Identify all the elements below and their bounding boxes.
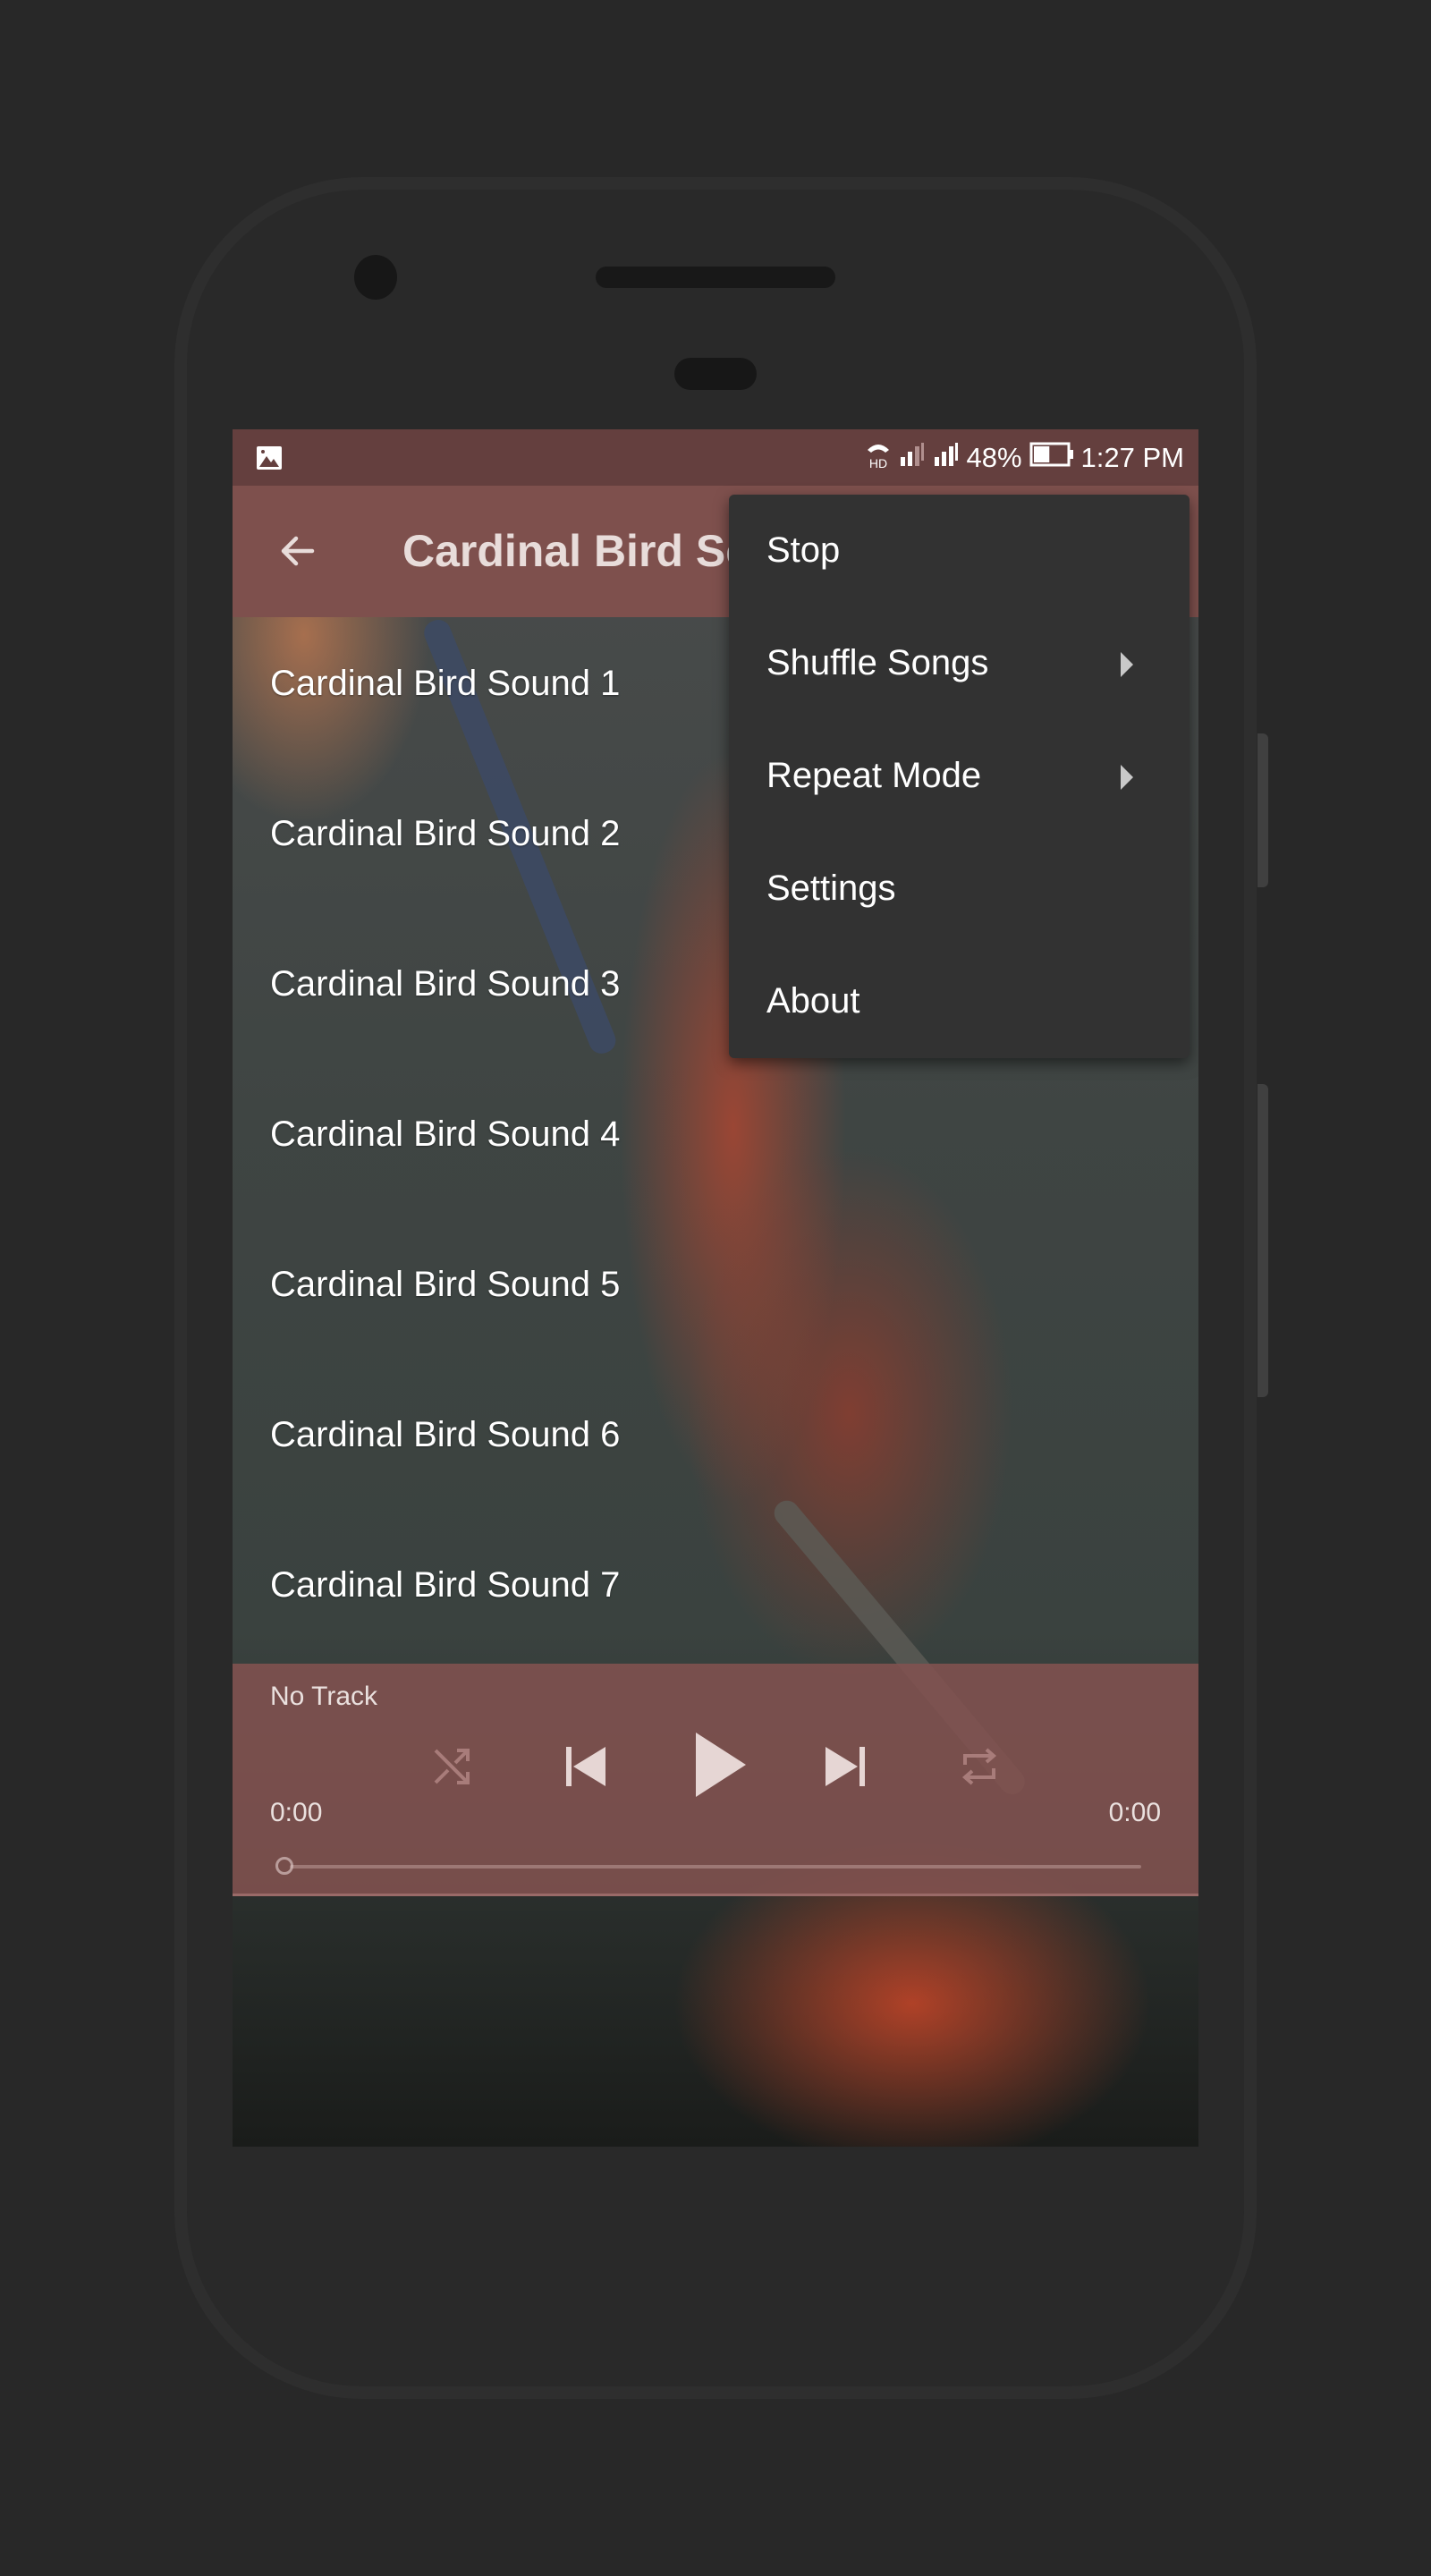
- volume-button: [1257, 733, 1268, 887]
- track-title: No Track: [270, 1682, 378, 1711]
- shuffle-button[interactable]: [425, 1740, 478, 1793]
- list-item[interactable]: Cardinal Bird Sound 5: [233, 1218, 1198, 1368]
- list-item-label: Cardinal Bird Sound 1: [270, 664, 621, 703]
- total-duration: 0:00: [1108, 1798, 1161, 1827]
- earpiece-speaker: [596, 267, 835, 288]
- menu-item-settings[interactable]: Settings: [729, 833, 1190, 945]
- battery-icon: [1029, 442, 1074, 474]
- front-camera: [354, 255, 397, 300]
- list-item-label: Cardinal Bird Sound 7: [270, 1565, 621, 1605]
- seek-thumb[interactable]: [275, 1857, 293, 1875]
- submenu-arrow-icon: [1121, 652, 1133, 677]
- skip-previous-icon: [566, 1747, 605, 1786]
- menu-item-shuffle-songs[interactable]: Shuffle Songs: [729, 607, 1190, 720]
- arrow-left-icon: [281, 536, 315, 566]
- list-item[interactable]: Cardinal Bird Sound 4: [233, 1068, 1198, 1218]
- svg-text:HD: HD: [868, 456, 886, 470]
- repeat-icon: [961, 1748, 997, 1785]
- status-indicators: HD 48% 1:27 PM: [865, 436, 1184, 479]
- play-icon: [696, 1733, 746, 1797]
- list-item-label: Cardinal Bird Sound 5: [270, 1265, 621, 1304]
- signal-sim1-icon: [899, 441, 926, 475]
- battery-percent: 48%: [966, 442, 1022, 473]
- back-button[interactable]: [268, 521, 327, 580]
- elapsed-time: 0:00: [270, 1798, 323, 1827]
- menu-item-label: Stop: [766, 530, 841, 570]
- seek-bar[interactable]: [290, 1865, 1141, 1868]
- menu-item-repeat-mode[interactable]: Repeat Mode: [729, 720, 1190, 833]
- menu-item-label: Shuffle Songs: [766, 643, 989, 682]
- status-bar: HD 48% 1:27 PM: [233, 429, 1198, 486]
- list-item-label: Cardinal Bird Sound 4: [270, 1114, 621, 1154]
- clock: 1:27 PM: [1080, 442, 1184, 473]
- media-player: No Track 0:00 0:00: [233, 1664, 1198, 1896]
- skip-previous-button[interactable]: [555, 1735, 617, 1798]
- skip-next-button[interactable]: [814, 1735, 876, 1798]
- submenu-arrow-icon: [1121, 765, 1133, 790]
- repeat-button[interactable]: [953, 1740, 1006, 1793]
- signal-sim2-icon: [933, 441, 960, 475]
- image-icon: [256, 445, 283, 470]
- menu-item-about[interactable]: About: [729, 945, 1190, 1058]
- list-item[interactable]: Cardinal Bird Sound 6: [233, 1368, 1198, 1519]
- proximity-sensor: [674, 358, 757, 390]
- shuffle-icon: [434, 1749, 470, 1784]
- menu-item-label: Settings: [766, 869, 896, 908]
- menu-item-label: Repeat Mode: [766, 756, 982, 795]
- phone-screen: HD 48% 1:27 PM Cardinal Bird Sounds Card…: [233, 429, 1198, 2147]
- skip-next-icon: [826, 1747, 865, 1786]
- hd-call-icon: HD: [865, 439, 892, 477]
- menu-item-stop[interactable]: Stop: [729, 495, 1190, 607]
- list-item[interactable]: Cardinal Bird Sound 7: [233, 1519, 1198, 1669]
- menu-item-label: About: [766, 981, 860, 1021]
- list-item-label: Cardinal Bird Sound 3: [270, 964, 621, 1004]
- play-button[interactable]: [680, 1724, 760, 1805]
- overflow-menu: Stop Shuffle Songs Repeat Mode Settings …: [729, 495, 1190, 1058]
- list-item-label: Cardinal Bird Sound 2: [270, 814, 621, 853]
- list-item-label: Cardinal Bird Sound 6: [270, 1415, 621, 1454]
- power-button: [1257, 1084, 1268, 1397]
